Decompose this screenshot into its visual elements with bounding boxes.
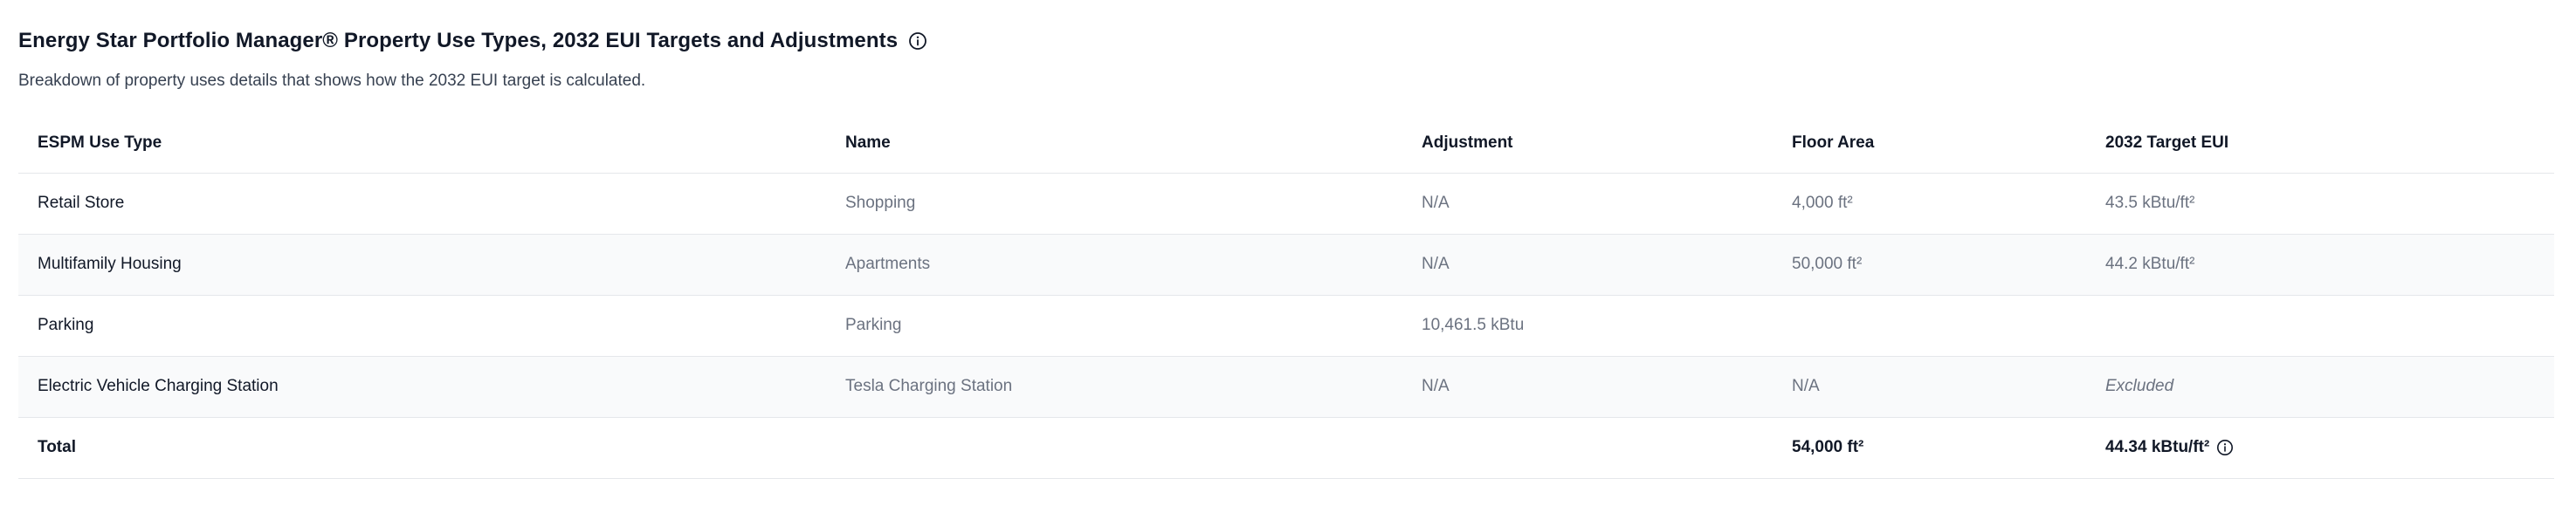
cell-floor-area: 4,000 ft² bbox=[1773, 173, 2086, 235]
info-circle-icon[interactable] bbox=[2216, 439, 2234, 456]
table-total-row: Total 54,000 ft² 44.34 kBtu/ft² bbox=[18, 417, 2554, 479]
cell-floor-area bbox=[1773, 295, 2086, 357]
cell-use-type: Multifamily Housing bbox=[18, 234, 826, 296]
page-subtitle: Breakdown of property uses details that … bbox=[18, 72, 646, 90]
cell-adjustment bbox=[1402, 417, 1773, 479]
cell-use-type: Electric Vehicle Charging Station bbox=[18, 356, 826, 418]
total-target-eui-cell: 44.34 kBtu/ft² bbox=[2086, 417, 2554, 479]
table-row: Retail Store Shopping N/A 4,000 ft² 43.5… bbox=[18, 173, 2554, 235]
cell-target-eui bbox=[2086, 295, 2554, 357]
column-header-use-type[interactable]: ESPM Use Type bbox=[18, 113, 826, 174]
column-header-floor-area[interactable]: Floor Area bbox=[1773, 113, 2086, 174]
property-use-table: ESPM Use Type Name Adjustment Floor Area… bbox=[18, 113, 2554, 479]
column-header-name[interactable]: Name bbox=[826, 113, 1402, 174]
total-label: Total bbox=[18, 417, 826, 479]
cell-target-eui: 43.5 kBtu/ft² bbox=[2086, 173, 2554, 235]
table-row: Electric Vehicle Charging Station Tesla … bbox=[18, 356, 2554, 418]
total-target-eui: 44.34 kBtu/ft² bbox=[2105, 438, 2210, 456]
title-row: Energy Star Portfolio Manager® Property … bbox=[18, 26, 927, 56]
table-header-row: ESPM Use Type Name Adjustment Floor Area… bbox=[18, 113, 2554, 174]
page-title: Energy Star Portfolio Manager® Property … bbox=[18, 29, 899, 52]
column-header-target-eui[interactable]: 2032 Target EUI bbox=[2086, 113, 2554, 174]
cell-name: Parking bbox=[826, 295, 1402, 357]
cell-adjustment: N/A bbox=[1402, 173, 1773, 235]
cell-name: Shopping bbox=[826, 173, 1402, 235]
info-circle-icon[interactable] bbox=[908, 31, 927, 51]
cell-floor-area: N/A bbox=[1773, 356, 2086, 418]
cell-use-type: Retail Store bbox=[18, 173, 826, 235]
cell-use-type: Parking bbox=[18, 295, 826, 357]
cell-target-eui: Excluded bbox=[2086, 356, 2554, 418]
cell-adjustment: N/A bbox=[1402, 356, 1773, 418]
cell-adjustment: 10,461.5 kBtu bbox=[1402, 295, 1773, 357]
cell-name: Apartments bbox=[826, 234, 1402, 296]
table-row: Parking Parking 10,461.5 kBtu bbox=[18, 295, 2554, 357]
cell-name: Tesla Charging Station bbox=[826, 356, 1402, 418]
table-row: Multifamily Housing Apartments N/A 50,00… bbox=[18, 234, 2554, 296]
cell-name bbox=[826, 417, 1402, 479]
column-header-adjustment[interactable]: Adjustment bbox=[1402, 113, 1773, 174]
cell-floor-area: 50,000 ft² bbox=[1773, 234, 2086, 296]
total-floor-area: 54,000 ft² bbox=[1773, 417, 2086, 479]
cell-adjustment: N/A bbox=[1402, 234, 1773, 296]
cell-target-eui: 44.2 kBtu/ft² bbox=[2086, 234, 2554, 296]
